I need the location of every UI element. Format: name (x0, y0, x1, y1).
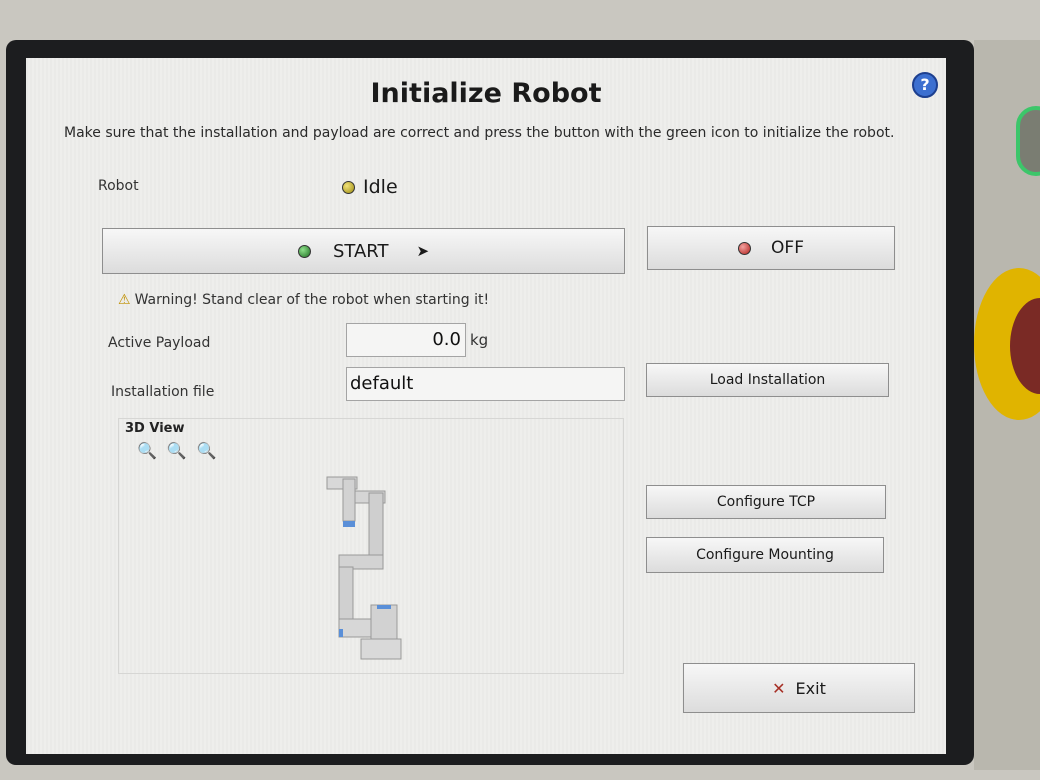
exit-button[interactable]: ✕ Exit (683, 663, 915, 713)
warning-message: ⚠ Warning! Stand clear of the robot when… (118, 292, 489, 308)
zoom-reset-icon[interactable]: 🔍 (167, 441, 187, 460)
red-indicator-icon (738, 241, 752, 255)
warning-text: Warning! Stand clear of the robot when s… (134, 292, 490, 308)
screen: ? Initialize Robot Make sure that the in… (26, 58, 946, 754)
power-button[interactable] (1016, 106, 1040, 176)
zoom-toolbar: 🔍 🔍 🔍 (137, 441, 217, 460)
configure-tcp-button[interactable]: Configure TCP (646, 485, 886, 519)
close-icon: ✕ (772, 678, 786, 698)
warning-icon: ⚠ (118, 292, 131, 308)
zoom-in-icon[interactable]: 🔍 (137, 441, 157, 460)
active-payload-label: Active Payload (108, 335, 211, 351)
page-subtitle: Make sure that the installation and payl… (64, 125, 895, 141)
3d-view-label: 3D View (125, 421, 185, 436)
installation-file-label: Installation file (111, 384, 215, 400)
start-button[interactable]: START ➤ (102, 228, 625, 274)
status-indicator-icon (342, 180, 355, 194)
exit-button-label: Exit (795, 678, 826, 698)
off-button[interactable]: OFF (647, 226, 895, 270)
mouse-cursor-icon: ➤ (416, 242, 430, 260)
3d-view-panel[interactable]: 3D View 🔍 🔍 🔍 (118, 418, 624, 674)
off-button-label: OFF (771, 238, 804, 258)
load-installation-button[interactable]: Load Installation (646, 363, 889, 397)
payload-unit: kg (470, 331, 489, 349)
zoom-out-icon[interactable]: 🔍 (197, 441, 217, 460)
green-indicator-icon (297, 244, 311, 258)
robot-status-value: Idle (363, 176, 398, 198)
configure-mounting-button[interactable]: Configure Mounting (646, 537, 884, 573)
page-title: Initialize Robot (370, 78, 602, 109)
start-button-label: START (332, 240, 389, 262)
robot-status: Idle (342, 176, 398, 198)
payload-input[interactable]: 0.0 (346, 323, 466, 357)
installation-file-field[interactable]: default (346, 367, 625, 401)
robot-arm-model (326, 476, 402, 660)
robot-status-label: Robot (98, 178, 139, 194)
